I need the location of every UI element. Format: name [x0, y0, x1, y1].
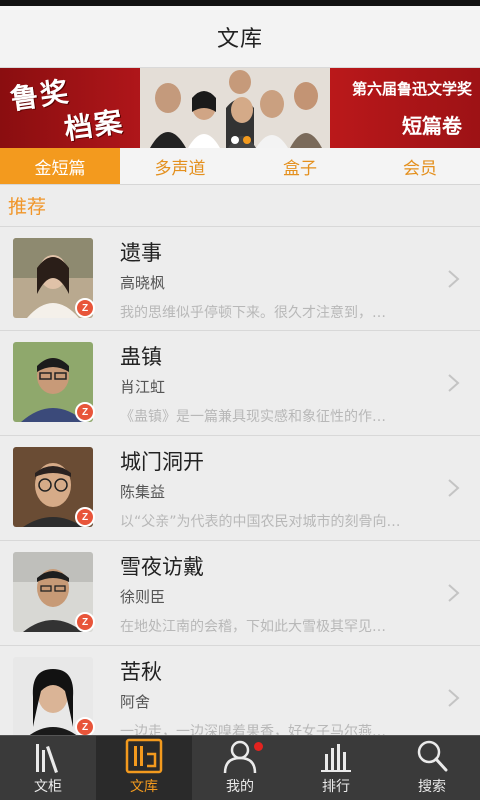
item-description: 《蛊镇》是一篇兼具现实感和象征性的作… [120, 409, 386, 425]
z-badge-icon: Z [75, 402, 95, 422]
list-item[interactable]: Z 蛊镇 肖江虹 《蛊镇》是一篇兼具现实感和象征性的作… [0, 331, 480, 436]
category-tabs: 金短篇 多声道 盒子 会员 [0, 148, 480, 185]
item-title: 城门洞开 [120, 450, 204, 474]
chevron-right-icon [448, 689, 460, 707]
recommend-list: Z 遗事 高晓枫 我的思维似乎停顿下来。很久才注意到，… Z 蛊镇 肖江虹 《蛊… [0, 226, 480, 751]
title-bar: 文库 [0, 6, 480, 68]
bookshelf-icon [36, 744, 58, 773]
tabbar-label: 文柜 [34, 779, 62, 795]
bottom-tab-bar: 文柜 文库 我的 排行 搜索 [0, 735, 480, 800]
banner[interactable]: 鲁奖 档案 第六届鲁迅文学奖 短篇卷 [0, 68, 480, 148]
tabbar-item-search[interactable]: 搜索 [384, 736, 480, 800]
search-icon [417, 740, 448, 772]
tab-hezi[interactable]: 盒子 [240, 148, 360, 184]
tabbar-label: 排行 [322, 779, 350, 795]
tabbar-item-mine[interactable]: 我的 [192, 736, 288, 800]
item-title: 苦秋 [120, 660, 162, 684]
tab-jin-duanpian[interactable]: 金短篇 [0, 148, 120, 184]
list-item[interactable]: Z 雪夜访戴 徐则臣 在地处江南的会稽，下如此大雪极其罕见… [0, 541, 480, 646]
item-title: 雪夜访戴 [120, 555, 204, 579]
tabbar-label: 我的 [226, 779, 254, 795]
banner-page-dot-2[interactable] [243, 136, 251, 144]
library-icon [125, 738, 163, 774]
banner-volume: 短篇卷 [402, 114, 462, 138]
tabbar-label: 搜索 [418, 779, 446, 795]
item-description: 在地处江南的会稽，下如此大雪极其罕见… [120, 619, 386, 635]
z-badge-icon: Z [75, 717, 95, 737]
item-author: 陈集益 [120, 483, 166, 501]
banner-logo-line2: 档案 [62, 104, 127, 147]
list-item[interactable]: Z 城门洞开 陈集益 以“父亲”为代表的中国农民对城市的刻骨向… [0, 436, 480, 541]
tab-duo-shengdao[interactable]: 多声道 [120, 148, 240, 184]
item-title: 蛊镇 [120, 345, 162, 369]
item-author: 阿舍 [120, 693, 151, 711]
notification-dot [254, 742, 263, 751]
banner-subtitle: 第六届鲁迅文学奖 [351, 80, 472, 98]
item-author: 高晓枫 [120, 274, 166, 292]
tab-huiyuan[interactable]: 会员 [360, 148, 480, 184]
item-description: 我的思维似乎停顿下来。很久才注意到，… [120, 305, 386, 321]
chevron-right-icon [448, 584, 460, 602]
tabbar-item-ranking[interactable]: 排行 [288, 736, 384, 800]
item-description: 以“父亲”为代表的中国农民对城市的刻骨向… [120, 514, 401, 530]
item-author: 徐则臣 [120, 588, 166, 606]
banner-page-dot-1[interactable] [231, 136, 239, 144]
list-item[interactable]: Z 遗事 高晓枫 我的思维似乎停顿下来。很久才注意到，… [0, 226, 480, 331]
tabbar-item-library[interactable]: 文库 [96, 736, 192, 800]
ranking-icon [321, 744, 351, 772]
chevron-right-icon [448, 479, 460, 497]
section-title-recommended: 推荐 [8, 196, 47, 218]
tabbar-label: 文库 [130, 779, 158, 795]
chevron-right-icon [448, 270, 460, 288]
item-title: 遗事 [120, 241, 162, 265]
z-badge-icon: Z [75, 298, 95, 318]
z-badge-icon: Z [75, 507, 95, 527]
chevron-right-icon [448, 374, 460, 392]
item-author: 肖江虹 [120, 378, 166, 396]
page-title: 文库 [216, 26, 263, 52]
z-badge-icon: Z [75, 612, 95, 632]
tabbar-item-bookshelf[interactable]: 文柜 [0, 736, 96, 800]
